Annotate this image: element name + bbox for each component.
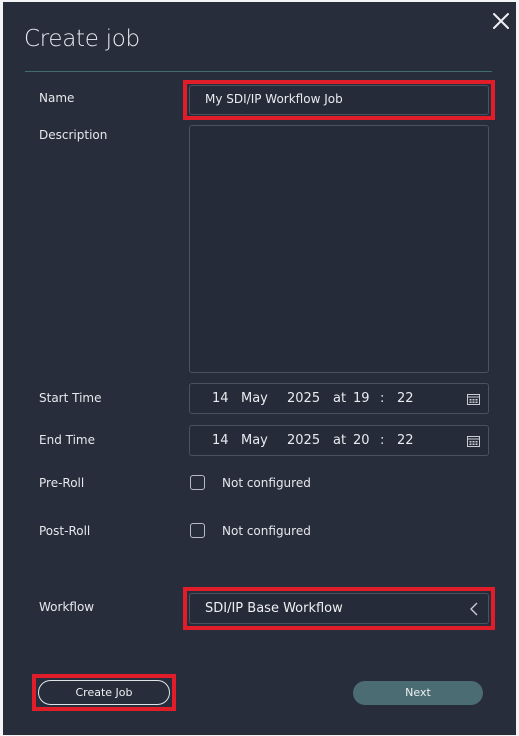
workflow-label: Workflow (39, 600, 95, 614)
close-button[interactable] (490, 10, 512, 32)
end-minute[interactable]: 22 (397, 433, 414, 448)
end-year[interactable]: 2025 (287, 433, 320, 448)
end-time-label: End Time (39, 433, 95, 447)
name-field[interactable]: My SDI/IP Workflow Job (189, 85, 489, 115)
start-colon: : (380, 391, 385, 406)
start-at: at (333, 391, 347, 406)
workflow-value: SDI/IP Base Workflow (205, 601, 343, 616)
start-minute[interactable]: 22 (397, 391, 414, 406)
end-time-picker[interactable]: 14 May 2025 at 20 : 22 (189, 425, 489, 456)
start-time-picker[interactable]: 14 May 2025 at 19 : 22 (189, 383, 489, 414)
name-label: Name (39, 91, 75, 105)
start-hour[interactable]: 19 (353, 391, 370, 406)
start-year[interactable]: 2025 (287, 391, 320, 406)
description-field[interactable] (189, 125, 489, 373)
end-at: at (333, 433, 347, 448)
end-month[interactable]: May (241, 433, 268, 448)
post-roll-status: Not configured (222, 524, 311, 538)
close-icon (493, 13, 509, 29)
end-colon: : (380, 433, 385, 448)
title-divider (25, 71, 492, 72)
end-hour[interactable]: 20 (353, 433, 370, 448)
pre-roll-checkbox[interactable] (190, 475, 205, 490)
calendar-icon[interactable] (467, 393, 480, 405)
description-label: Description (39, 128, 108, 142)
post-roll-checkbox[interactable] (190, 523, 205, 538)
dialog-title: Create job (24, 26, 140, 52)
next-button[interactable]: Next (353, 681, 483, 705)
post-roll-label: Post-Roll (39, 524, 91, 538)
create-job-button[interactable]: Create Job (38, 680, 170, 705)
create-job-dialog: Create job Name My SDI/IP Workflow Job D… (3, 2, 516, 735)
pre-roll-label: Pre-Roll (39, 476, 85, 490)
calendar-icon[interactable] (467, 435, 480, 447)
pre-roll-status: Not configured (222, 476, 311, 490)
workflow-select[interactable]: SDI/IP Base Workflow (189, 593, 489, 624)
end-day[interactable]: 14 (212, 433, 229, 448)
start-month[interactable]: May (241, 391, 268, 406)
start-time-label: Start Time (39, 391, 102, 405)
start-day[interactable]: 14 (212, 391, 229, 406)
chevron-left-icon[interactable] (469, 602, 479, 616)
